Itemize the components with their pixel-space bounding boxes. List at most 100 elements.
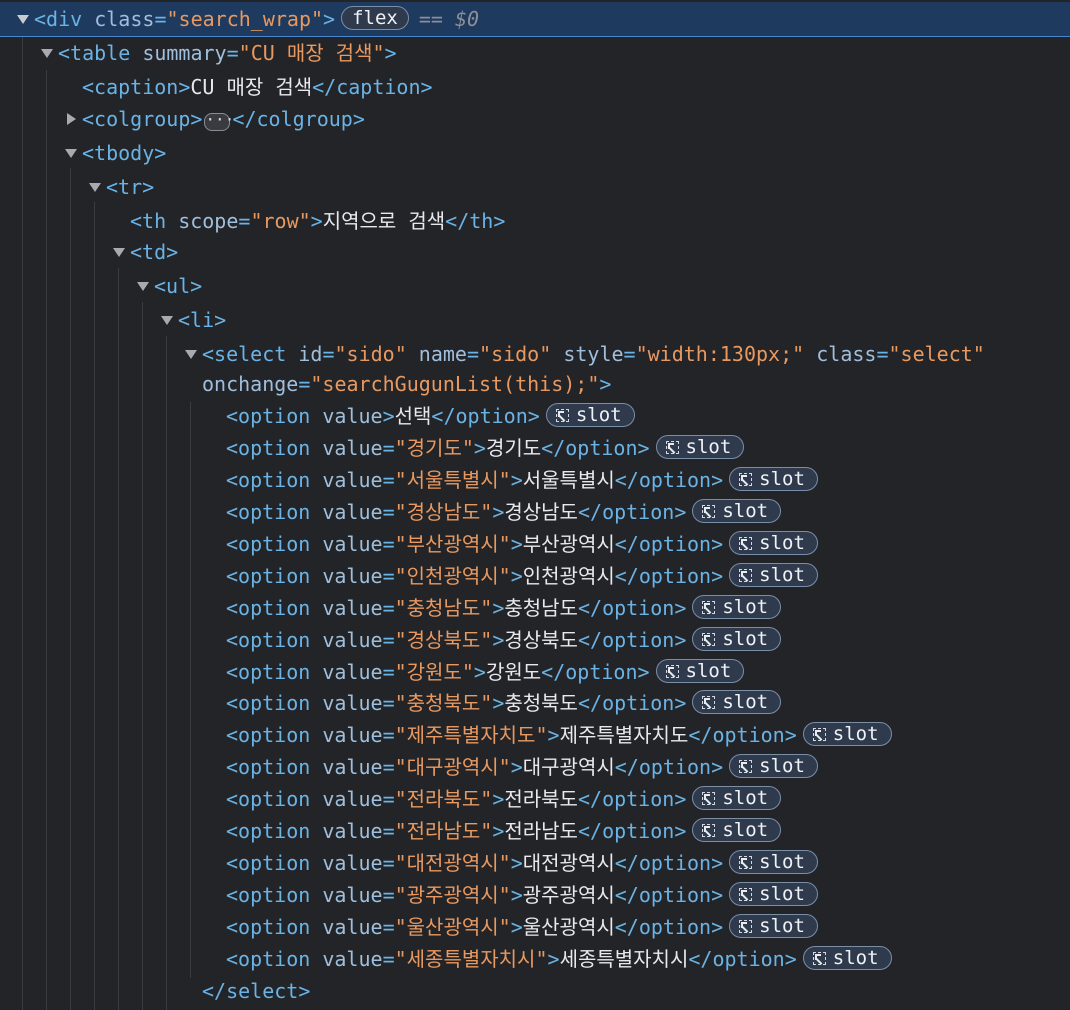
option-value: 부산광역시 — [406, 532, 499, 556]
slot-badge[interactable]: slot — [729, 754, 818, 778]
dom-node-caption[interactable]: <caption>CU 매장 검색</caption> — [0, 71, 1070, 103]
slot-badge[interactable]: slot — [545, 403, 635, 427]
slot-badge[interactable]: slot — [729, 882, 818, 906]
slot-badge[interactable]: slot — [692, 627, 782, 651]
option-value: 전라남도 — [406, 819, 481, 843]
dom-node-select-continued[interactable]: onchange="searchGugunList(this);"> — [0, 368, 1070, 400]
slot-badge[interactable]: slot — [729, 850, 818, 874]
collapse-triangle-icon[interactable] — [40, 37, 54, 69]
tag-name: option — [565, 660, 638, 684]
attr-name: value — [322, 596, 383, 620]
attr-name: value — [322, 755, 383, 779]
option-text: 울산광역시 — [522, 915, 615, 939]
dom-node-option[interactable]: <option value="부산광역시">부산광역시</option> slot — [0, 528, 1070, 560]
slot-badge[interactable]: slot — [692, 595, 782, 619]
dom-node-option[interactable]: <option value="충청남도">충청남도</option> slot — [0, 592, 1070, 624]
slot-badge[interactable]: slot — [802, 946, 892, 970]
reveal-slot-icon — [739, 888, 753, 901]
option-text: 광주광역시 — [522, 883, 615, 907]
slot-badge[interactable]: slot — [729, 531, 818, 555]
dom-node-div-search-wrap[interactable]: <div class="search_wrap"> flex == $0 — [0, 2, 1070, 37]
dom-node-option[interactable]: <option value="충청북도">충청북도</option> slot — [0, 687, 1070, 719]
tag-name: option — [602, 628, 675, 652]
dom-node-table[interactable]: <table summary="CU 매장 검색"> — [0, 37, 1070, 69]
slot-label: slot — [832, 947, 879, 969]
ellipsis-button[interactable]: ··· — [204, 112, 234, 131]
reveal-slot-icon — [702, 824, 716, 837]
dom-node-select-close[interactable]: </select> — [0, 975, 1070, 1007]
tag-name: option — [238, 947, 311, 971]
dom-node-td[interactable]: <td> — [0, 236, 1070, 268]
option-value: 제주특별자치도 — [406, 723, 536, 747]
dom-node-option[interactable]: <option value="전라북도">전라북도</option> slot — [0, 783, 1070, 815]
attr-name: value — [322, 628, 383, 652]
reveal-slot-icon — [812, 728, 826, 741]
slot-badge[interactable]: slot — [729, 914, 818, 938]
slot-label: slot — [722, 691, 769, 713]
slot-badge[interactable]: slot — [692, 499, 782, 523]
slot-badge[interactable]: slot — [802, 722, 892, 746]
slot-badge[interactable]: slot — [692, 818, 782, 842]
slot-label: slot — [722, 628, 769, 650]
tag-name: option — [238, 596, 311, 620]
tag-name: option — [638, 883, 712, 907]
collapse-triangle-icon[interactable] — [160, 304, 174, 336]
dom-node-option[interactable]: <option value="대구광역시">대구광역시</option> slot — [0, 751, 1070, 783]
dom-node-option[interactable]: <option value="대전광역시">대전광역시</option> slot — [0, 847, 1070, 879]
dom-node-option[interactable]: <option value="서울특별시">서울특별시</option> slot — [0, 464, 1070, 496]
dom-node-option[interactable]: <option value="경기도">경기도</option> slot — [0, 432, 1070, 464]
dom-node-colgroup[interactable]: <colgroup> ···</colgroup> — [0, 103, 1070, 135]
attr-name: value — [322, 691, 383, 715]
slot-badge[interactable]: slot — [692, 690, 782, 714]
dom-node-th[interactable]: <th scope="row">지역으로 검색</th> — [0, 205, 1070, 237]
slot-badge[interactable]: slot — [729, 467, 818, 491]
dom-node-option[interactable]: <option value="경상북도">경상북도</option> slot — [0, 624, 1070, 656]
dom-node-ul[interactable]: <ul> — [0, 270, 1070, 302]
dom-node-option[interactable]: <option value="세종특별자치시">세종특별자치시</option>… — [0, 943, 1070, 975]
dom-node-option[interactable]: <option value="경상남도">경상남도</option> slot — [0, 496, 1070, 528]
collapse-triangle-icon[interactable] — [136, 270, 150, 302]
collapse-triangle-icon[interactable] — [88, 171, 102, 203]
tag-name: option — [238, 532, 311, 556]
slot-label: slot — [759, 851, 805, 873]
dom-node-li[interactable]: <li> — [0, 304, 1070, 336]
slot-badge[interactable]: slot — [729, 563, 818, 587]
expand-triangle-icon[interactable] — [64, 103, 78, 135]
dom-node-select[interactable]: <select id="sido" name="sido" style="wid… — [0, 338, 1070, 370]
dom-node-option[interactable]: <option value>선택</option> slot — [0, 400, 1070, 432]
tag-name: option — [638, 851, 712, 875]
option-text: 경기도 — [485, 436, 542, 460]
dom-node-option[interactable]: <option value="인천광역시">인천광역시</option> slot — [0, 560, 1070, 592]
collapse-triangle-icon[interactable] — [184, 338, 198, 370]
option-text: 서울특별시 — [522, 468, 615, 492]
collapse-triangle-icon[interactable] — [64, 137, 78, 169]
attr-name: value — [322, 660, 383, 684]
tag-name: option — [602, 819, 675, 843]
tag-name: option — [638, 915, 712, 939]
slot-badge[interactable]: slot — [655, 659, 745, 683]
dom-node-option[interactable]: <option value="울산광역시">울산광역시</option> slot — [0, 911, 1070, 943]
option-text: 전라북도 — [504, 787, 578, 811]
collapse-triangle-icon[interactable] — [16, 2, 30, 34]
slot-badge[interactable]: slot — [655, 435, 745, 459]
dom-node-tbody[interactable]: <tbody> — [0, 137, 1070, 169]
option-value: 경상북도 — [406, 628, 481, 652]
reveal-slot-icon — [739, 569, 753, 582]
option-text: 경상북도 — [504, 628, 578, 652]
option-text: 세종특별자치시 — [559, 947, 689, 971]
collapse-triangle-icon[interactable] — [112, 236, 126, 268]
dom-node-option[interactable]: <option value="광주광역시">광주광역시</option> slot — [0, 879, 1070, 911]
tag-name: option — [238, 755, 311, 779]
dom-node-tr[interactable]: <tr> — [0, 171, 1070, 203]
dom-node-option[interactable]: <option value="제주특별자치도">제주특별자치도</option>… — [0, 719, 1070, 751]
option-value: 충청북도 — [406, 691, 481, 715]
slot-label: slot — [759, 564, 805, 586]
attr-name: value — [322, 404, 383, 428]
slot-badge[interactable]: slot — [692, 786, 782, 810]
dom-node-option[interactable]: <option value="강원도">강원도</option> slot — [0, 656, 1070, 688]
attr-value: search_wrap — [178, 7, 311, 31]
tag-name: option — [238, 691, 311, 715]
tag-name: option — [238, 436, 311, 460]
dom-node-option[interactable]: <option value="전라남도">전라남도</option> slot — [0, 815, 1070, 847]
flex-badge[interactable]: flex — [341, 6, 409, 30]
